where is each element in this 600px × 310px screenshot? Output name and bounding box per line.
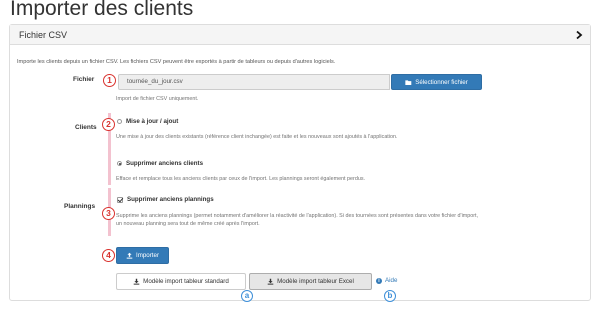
clients-label: Clients: [75, 124, 97, 131]
option-delete-plannings-help: Supprime les anciens plannings (permet n…: [116, 213, 479, 227]
radio-update[interactable]: [117, 119, 122, 124]
folder-open-icon: [405, 79, 412, 85]
template-excel-label: Modèle import tableur Excel: [277, 278, 354, 285]
info-circle-icon: i: [376, 277, 382, 284]
csv-panel: Fichier CSV Importe les clients depuis u…: [9, 24, 591, 301]
annotation-badge-1: 1: [103, 74, 116, 87]
radio-replace[interactable]: [117, 161, 122, 166]
page-title: Importer des clients: [10, 0, 194, 20]
option-replace-help: Efface et remplace tous les anciens clie…: [116, 176, 366, 182]
panel-intro: Importe les clients depuis un fichier CS…: [17, 59, 336, 65]
annotation-badge-3: 3: [102, 207, 115, 220]
annotation-badge-a: a: [241, 290, 253, 302]
help-link[interactable]: i Aide: [376, 277, 397, 284]
option-update[interactable]: Mise à jour / ajout: [117, 118, 178, 125]
download-icon: [133, 278, 140, 285]
annotation-badge-2: 2: [102, 118, 115, 131]
option-replace-label: Supprimer anciens clients: [126, 160, 204, 167]
plannings-label: Plannings: [64, 203, 96, 210]
option-update-label: Mise à jour / ajout: [126, 118, 179, 125]
import-button-label: Importer: [135, 252, 160, 259]
template-standard-label: Modèle import tableur standard: [143, 278, 229, 285]
help-link-label: Aide: [385, 277, 398, 284]
upload-icon: [126, 252, 133, 259]
panel-heading[interactable]: Fichier CSV: [10, 25, 590, 45]
option-update-help: Une mise à jour des clients existants (r…: [116, 134, 398, 140]
annotation-badge-4: 4: [102, 249, 115, 262]
template-standard-button[interactable]: Modèle import tableur standard: [116, 273, 246, 290]
option-delete-plannings[interactable]: Supprimer anciens plannings: [117, 196, 214, 203]
option-delete-plannings-label: Supprimer anciens plannings: [127, 196, 214, 203]
file-help: Import de fichier CSV uniquement.: [116, 96, 199, 102]
template-excel-button[interactable]: Modèle import tableur Excel: [249, 273, 372, 290]
annotation-badge-b: b: [384, 290, 396, 302]
file-label: Fichier: [73, 76, 95, 83]
chevron-right-icon[interactable]: [574, 30, 584, 40]
option-replace[interactable]: Supprimer anciens clients: [117, 160, 203, 167]
panel-title: Fichier CSV: [19, 29, 68, 40]
download-icon: [267, 278, 274, 285]
select-file-button[interactable]: Sélectionner fichier: [391, 74, 482, 90]
select-file-label: Sélectionner fichier: [415, 78, 468, 86]
import-button[interactable]: Importer: [116, 247, 169, 264]
file-name-field[interactable]: tournée_du_jour.csv: [118, 74, 390, 90]
checkbox-delete-plannings[interactable]: [117, 196, 123, 203]
